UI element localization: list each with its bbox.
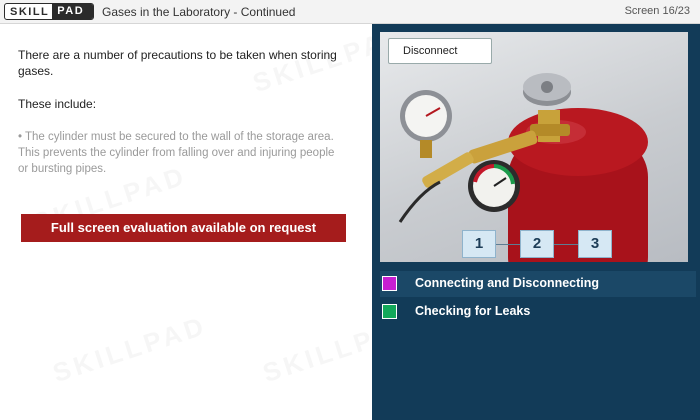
step-2-button[interactable]: 2 xyxy=(520,230,554,258)
screen-counter: Screen 16/23 xyxy=(624,5,690,17)
media-panel: Disconnect 1 2 3 Connecting and Disconne… xyxy=(372,24,700,420)
gas-cylinder-illustration xyxy=(398,73,648,262)
watermark: SKILLPAD xyxy=(259,310,372,389)
logo-skill-text: SKILL xyxy=(10,5,50,18)
logo-pad-text: PAD xyxy=(52,4,93,19)
gas-cylinder-image: Disconnect 1 2 3 xyxy=(380,32,688,262)
watermark: SKILLPAD xyxy=(49,310,211,389)
step-1-button[interactable]: 1 xyxy=(462,230,496,258)
page-title: Gases in the Laboratory - Continued xyxy=(102,5,296,19)
precaution-bullet: • The cylinder must be secured to the wa… xyxy=(18,131,335,175)
intro-text: There are a number of precautions to be … xyxy=(18,48,337,78)
menu-item-label: Connecting and Disconnecting xyxy=(415,276,600,290)
menu-item-label: Checking for Leaks xyxy=(415,304,531,318)
magenta-swatch xyxy=(382,276,397,291)
skillpad-logo: SKILL PAD xyxy=(4,3,94,20)
these-include-text: These include: xyxy=(18,97,97,111)
content-panel: SKILLPAD SKILLPAD SKILLPAD SKILLPAD Ther… xyxy=(0,24,372,420)
green-swatch xyxy=(382,304,397,319)
disconnect-button[interactable]: Disconnect xyxy=(388,38,492,64)
menu-item-leaks[interactable]: Checking for Leaks xyxy=(380,299,696,325)
menu-item-connecting[interactable]: Connecting and Disconnecting xyxy=(380,271,696,297)
evaluation-button[interactable]: Full screen evaluation available on requ… xyxy=(21,214,346,242)
header-bar: SKILL PAD Gases in the Laboratory - Cont… xyxy=(0,0,700,24)
step-3-button[interactable]: 3 xyxy=(578,230,612,258)
